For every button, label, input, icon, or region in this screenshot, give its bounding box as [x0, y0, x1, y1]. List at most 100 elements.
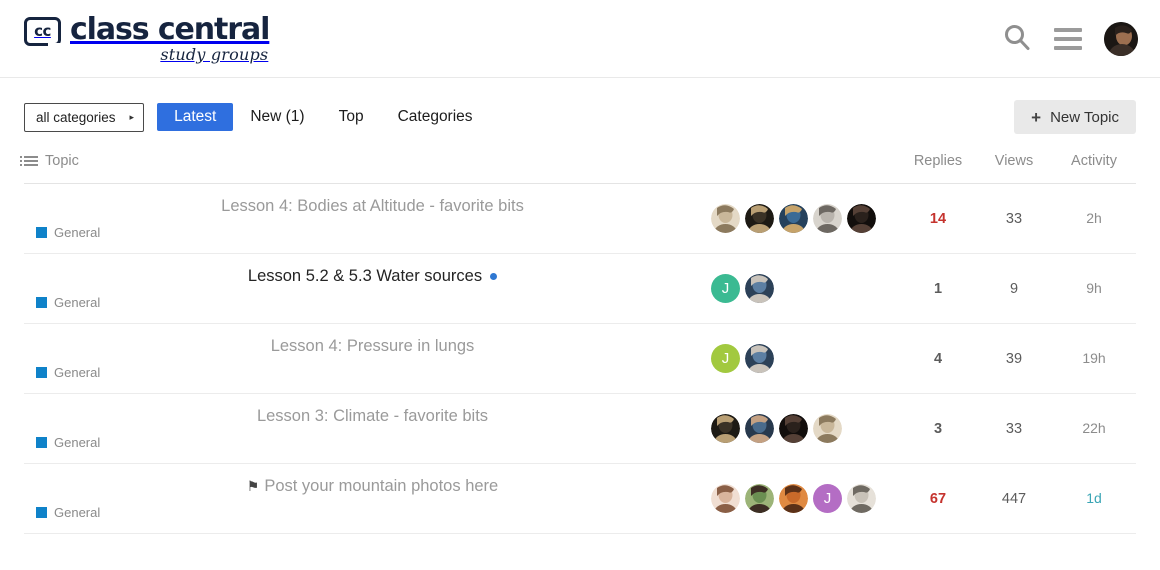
topic-category: General [36, 295, 709, 310]
posters-cell [710, 183, 900, 254]
table-header-row: Topic Replies Views Activity [20, 145, 1136, 184]
poster-avatar-letter[interactable]: J [711, 344, 740, 373]
topic-title-link[interactable]: Post your mountain photos here [264, 477, 498, 495]
header-actions [1002, 21, 1138, 56]
posters-cell [710, 393, 900, 464]
poster-avatar-photo[interactable] [745, 204, 774, 233]
views-count: 447 [1001, 490, 1027, 507]
poster-avatar-photo[interactable] [711, 414, 740, 443]
activity-timestamp[interactable]: 9h [1086, 280, 1102, 296]
list-icon [20, 156, 38, 166]
activity-timestamp[interactable]: 22h [1082, 420, 1105, 436]
column-header-replies[interactable]: Replies [900, 145, 976, 184]
poster-avatar-photo[interactable] [745, 344, 774, 373]
topic-category: General [36, 505, 709, 520]
poster-avatar-photo[interactable] [779, 484, 808, 513]
column-header-posters [710, 145, 900, 184]
poster-avatar-photo[interactable] [847, 204, 876, 233]
replies-cell[interactable]: 14 [900, 183, 976, 254]
posters-cell: J [710, 323, 900, 394]
column-header-activity[interactable]: Activity [1052, 145, 1136, 184]
poster-avatar-photo[interactable] [745, 274, 774, 303]
activity-cell: 19h [1052, 323, 1136, 394]
activity-timestamp[interactable]: 1d [1086, 490, 1102, 506]
category-link[interactable]: General [54, 295, 100, 310]
poster-avatar-letter[interactable]: J [813, 484, 842, 513]
replies-cell[interactable]: 1 [900, 253, 976, 324]
table-row[interactable]: ⚑ Post your mountain photos here General J 6… [24, 463, 1136, 534]
activity-cell: 9h [1052, 253, 1136, 324]
tab-latest[interactable]: Latest [157, 103, 234, 131]
table-row[interactable]: Lesson 4: Pressure in lungs General J 4 39 19… [24, 323, 1136, 394]
tab-top[interactable]: Top [322, 103, 381, 131]
topic-title-line: Lesson 4: Bodies at Altitude - favorite … [36, 197, 709, 217]
replies-cell[interactable]: 3 [900, 393, 976, 464]
poster-avatar-photo[interactable] [745, 484, 774, 513]
table-row[interactable]: Lesson 5.2 & 5.3 Water sources General J 1 9… [24, 253, 1136, 324]
chevron-right-icon: ▸ [129, 111, 135, 122]
logo-secondary-text: study groups [160, 44, 269, 64]
new-topic-label: New Topic [1050, 108, 1119, 126]
menu-button[interactable] [1054, 27, 1082, 50]
category-filter-dropdown[interactable]: all categories ▸ [24, 102, 145, 132]
topic-title-link[interactable]: Lesson 5.2 & 5.3 Water sources [248, 267, 482, 285]
table-row[interactable]: Lesson 4: Bodies at Altitude - favorite … [24, 183, 1136, 254]
topic-title-link[interactable]: Lesson 4: Bodies at Altitude - favorite … [221, 197, 524, 215]
topic-title-line: Lesson 3: Climate - favorite bits [36, 407, 709, 427]
topic-nav-bar: all categories ▸ Latest New (1) Top Cate… [0, 89, 1160, 145]
nav-links: Latest New (1) Top Categories [157, 103, 489, 131]
category-filter-label: all categories [36, 109, 116, 125]
user-avatar[interactable] [1104, 21, 1138, 56]
topic-title-line: Lesson 4: Pressure in lungs [36, 337, 709, 357]
poster-avatar-photo[interactable] [813, 414, 842, 443]
poster-avatars [711, 414, 899, 443]
poster-avatar-photo[interactable] [813, 204, 842, 233]
poster-avatar-photo[interactable] [711, 484, 740, 513]
category-color-swatch [36, 436, 47, 448]
topic-list-table: Topic Replies Views Activity Lesson 4: B… [20, 145, 1136, 534]
table-row[interactable]: Lesson 3: Climate - favorite bits General… [24, 393, 1136, 464]
logo-mark-text: cc [34, 21, 51, 40]
category-color-swatch [36, 506, 47, 518]
poster-avatar-photo[interactable] [779, 414, 808, 443]
tab-categories[interactable]: Categories [381, 103, 490, 131]
search-button[interactable] [1002, 22, 1032, 55]
tab-new[interactable]: New (1) [233, 103, 321, 131]
views-count: 33 [1005, 420, 1023, 437]
new-topic-button[interactable]: + New Topic [1014, 100, 1136, 134]
activity-timestamp[interactable]: 19h [1082, 350, 1105, 366]
category-link[interactable]: General [54, 435, 100, 450]
poster-avatar-photo[interactable] [711, 204, 740, 233]
column-header-views[interactable]: Views [976, 145, 1052, 184]
topic-cell: Lesson 4: Bodies at Altitude - favorite … [24, 183, 710, 254]
poster-avatar-photo[interactable] [745, 414, 774, 443]
hamburger-menu-icon [1054, 27, 1082, 50]
category-link[interactable]: General [54, 225, 100, 240]
category-link[interactable]: General [54, 505, 100, 520]
site-logo[interactable]: cc class central study groups [24, 14, 270, 64]
poster-avatars: J [711, 484, 899, 513]
unread-indicator-dot [490, 273, 498, 281]
poster-avatar-photo[interactable] [847, 484, 876, 513]
topic-cell: Lesson 3: Climate - favorite bits General [24, 393, 710, 464]
column-header-topic-label: Topic [45, 153, 79, 169]
topic-title-line: Lesson 5.2 & 5.3 Water sources [36, 267, 709, 287]
activity-timestamp[interactable]: 2h [1086, 210, 1102, 226]
topic-title-link[interactable]: Lesson 4: Pressure in lungs [271, 337, 475, 355]
column-header-topic[interactable]: Topic [20, 145, 710, 184]
topic-cell: Lesson 5.2 & 5.3 Water sources General [24, 253, 710, 324]
activity-cell: 22h [1052, 393, 1136, 464]
category-link[interactable]: General [54, 365, 100, 380]
views-cell: 33 [976, 393, 1052, 464]
views-count: 33 [1005, 210, 1023, 227]
replies-cell[interactable]: 67 [900, 463, 976, 534]
topic-category: General [36, 435, 709, 450]
category-color-swatch [36, 366, 47, 378]
plus-icon: + [1031, 107, 1042, 127]
views-cell: 33 [976, 183, 1052, 254]
replies-cell[interactable]: 4 [900, 323, 976, 394]
table-body: Lesson 4: Bodies at Altitude - favorite … [24, 183, 1136, 534]
topic-title-link[interactable]: Lesson 3: Climate - favorite bits [257, 407, 488, 425]
poster-avatar-letter[interactable]: J [711, 274, 740, 303]
poster-avatar-photo[interactable] [779, 204, 808, 233]
